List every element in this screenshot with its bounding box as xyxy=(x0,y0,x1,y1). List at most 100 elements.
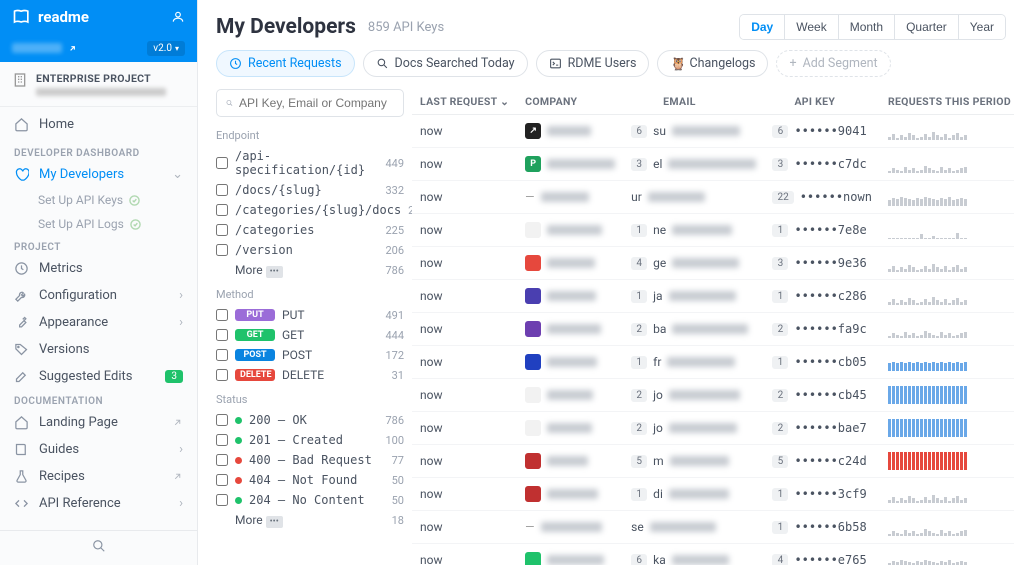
table-row[interactable]: now2jo2••••••cb45 xyxy=(412,379,1014,412)
developers-table: LAST REQUEST ⌄ COMPANY EMAIL API KEY REQ… xyxy=(412,89,1014,565)
nav-my-developers[interactable]: My Developers ⌄ xyxy=(0,161,197,188)
checkbox[interactable] xyxy=(216,329,228,341)
time-quarter[interactable]: Quarter xyxy=(895,15,959,39)
col-company[interactable]: COMPANY xyxy=(517,89,623,115)
nav-heading-doc: DOCUMENTATION xyxy=(0,390,197,409)
method-filter[interactable]: DELETEDELETE31 xyxy=(216,365,404,385)
nav-guides[interactable]: Guides› xyxy=(0,436,197,463)
filter-search-input[interactable] xyxy=(239,96,394,110)
checkbox[interactable] xyxy=(216,204,228,216)
sidebar-search[interactable] xyxy=(0,530,197,565)
brush-icon xyxy=(14,315,29,330)
checkbox[interactable] xyxy=(216,309,228,321)
nav-versions[interactable]: Versions xyxy=(0,336,197,363)
checkbox[interactable] xyxy=(216,414,228,426)
table-row[interactable]: now—se1••••••6b58 xyxy=(412,511,1014,544)
sparkline xyxy=(888,254,1011,272)
developers-table-wrap: LAST REQUEST ⌄ COMPANY EMAIL API KEY REQ… xyxy=(412,89,1014,565)
user-icon[interactable] xyxy=(171,10,185,24)
nav-metrics[interactable]: Metrics xyxy=(0,255,197,282)
col-email[interactable]: EMAIL xyxy=(623,89,764,115)
status-filter[interactable]: 200 – OK786 xyxy=(216,410,404,430)
table-row[interactable]: now4ge3••••••9e36 xyxy=(412,247,1014,280)
table-row[interactable]: now2ba2••••••fa9c xyxy=(412,313,1014,346)
col-requests[interactable]: REQUESTS THIS PERIOD xyxy=(880,89,1014,115)
tab-changelogs[interactable]: 🦉Changelogs xyxy=(657,50,768,77)
table-row[interactable]: now1ne1••••••7e8e xyxy=(412,214,1014,247)
clock-icon xyxy=(14,261,29,276)
endpoint-filter[interactable]: /categories/{slug}/docs228 xyxy=(216,200,404,220)
checkbox[interactable] xyxy=(216,434,228,446)
nav-configuration[interactable]: Configuration› xyxy=(0,282,197,309)
col-api-key[interactable]: API KEY xyxy=(764,89,880,115)
status-filter[interactable]: 201 – Created100 xyxy=(216,430,404,450)
tab-docs-searched[interactable]: Docs Searched Today xyxy=(363,50,528,77)
table-row[interactable]: now6ka4••••••e765 xyxy=(412,544,1014,565)
status-more[interactable]: More •••18 xyxy=(216,510,404,530)
version-chip[interactable]: v2.0 ▾ xyxy=(147,41,185,56)
nav-home[interactable]: Home xyxy=(0,111,197,138)
enterprise-row[interactable]: ENTERPRISE PROJECT xyxy=(0,62,197,107)
endpoint-filter[interactable]: /version206 xyxy=(216,240,404,260)
endpoint-filter[interactable]: /api-specification/{id}449 xyxy=(216,146,404,180)
project-bar[interactable]: v2.0 ▾ xyxy=(0,34,197,62)
checkbox[interactable] xyxy=(216,494,228,506)
edit-icon xyxy=(14,369,29,384)
brand-logo[interactable]: readme xyxy=(12,7,89,27)
tab-recent-requests[interactable]: Recent Requests xyxy=(216,50,355,77)
table-row[interactable]: now1di1••••••3cf9 xyxy=(412,478,1014,511)
time-year[interactable]: Year xyxy=(959,15,1005,39)
checkbox[interactable] xyxy=(216,224,228,236)
time-range-selector: DayWeekMonthQuarterYear xyxy=(739,14,1006,40)
sparkline xyxy=(888,287,1011,305)
nav-api-reference[interactable]: API Reference› xyxy=(0,490,197,517)
col-last-request[interactable]: LAST REQUEST ⌄ xyxy=(412,89,517,115)
table-row[interactable]: now—ur22••••••nown xyxy=(412,181,1014,214)
endpoint-more[interactable]: More •••786 xyxy=(216,260,404,280)
method-filter[interactable]: POSTPOST172 xyxy=(216,345,404,365)
page-header: My Developers 859 API Keys DayWeekMonthQ… xyxy=(198,0,1024,50)
nav-heading-proj: PROJECT xyxy=(0,236,197,255)
filter-search[interactable] xyxy=(216,89,404,117)
table-row[interactable]: nowP3el3••••••c7dc xyxy=(412,148,1014,181)
page-title: My Developers xyxy=(216,15,356,39)
nav-appearance[interactable]: Appearance› xyxy=(0,309,197,336)
method-filter[interactable]: GETGET444 xyxy=(216,325,404,345)
nav-recipes[interactable]: Recipes xyxy=(0,463,197,490)
status-filter[interactable]: 204 – No Content50 xyxy=(216,490,404,510)
table-row[interactable]: now1fr1••••••cb05 xyxy=(412,346,1014,379)
checkbox[interactable] xyxy=(216,369,228,381)
plus-icon: + xyxy=(789,56,796,71)
add-segment-button[interactable]: +Add Segment xyxy=(776,50,890,77)
time-month[interactable]: Month xyxy=(839,15,895,39)
checkbox[interactable] xyxy=(216,454,228,466)
status-filter[interactable]: 404 – Not Found50 xyxy=(216,470,404,490)
status-filter[interactable]: 400 – Bad Request77 xyxy=(216,450,404,470)
time-week[interactable]: Week xyxy=(785,15,838,39)
time-day[interactable]: Day xyxy=(740,15,785,39)
checkbox[interactable] xyxy=(216,474,228,486)
table-row[interactable]: now5m5••••••c24d xyxy=(412,445,1014,478)
checkbox[interactable] xyxy=(216,184,228,196)
endpoint-filter[interactable]: /docs/{slug}332 xyxy=(216,180,404,200)
chevron-right-icon: › xyxy=(179,315,183,330)
nav-setup-logs[interactable]: Set Up API Logs xyxy=(0,212,197,236)
nav-landing[interactable]: Landing Page xyxy=(0,409,197,436)
checkbox[interactable] xyxy=(216,157,228,169)
endpoint-filter[interactable]: /categories225 xyxy=(216,220,404,240)
table-row[interactable]: now1ja1••••••c286 xyxy=(412,280,1014,313)
table-row[interactable]: now2jo2••••••bae7 xyxy=(412,412,1014,445)
nav-setup-keys[interactable]: Set Up API Keys xyxy=(0,188,197,212)
external-link-icon xyxy=(172,471,183,482)
table-row[interactable]: now↗6su6••••••9041 xyxy=(412,115,1014,148)
checkbox[interactable] xyxy=(216,244,228,256)
external-link-icon xyxy=(68,44,77,53)
chevron-down-icon: ⌄ xyxy=(172,167,183,182)
tab-rdme-users[interactable]: RDME Users xyxy=(536,50,650,77)
external-link-icon xyxy=(172,417,183,428)
nav-suggested-edits[interactable]: Suggested Edits3 xyxy=(0,363,197,390)
sparkline xyxy=(888,320,1011,338)
checkbox[interactable] xyxy=(216,349,228,361)
method-filter[interactable]: PUTPUT491 xyxy=(216,305,404,325)
heart-icon xyxy=(14,167,29,182)
